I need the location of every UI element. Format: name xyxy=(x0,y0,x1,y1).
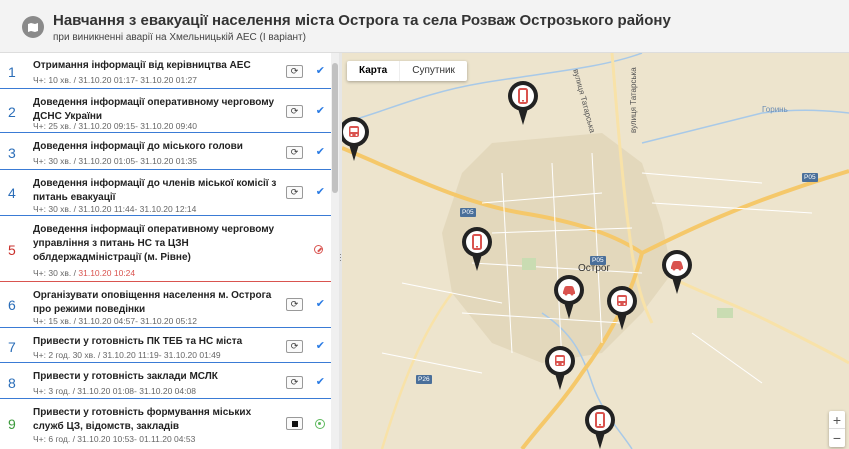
check-icon: ✔ xyxy=(315,186,325,198)
task-row[interactable]: 2 Доведення інформації оперативному черг… xyxy=(0,90,331,133)
scrollbar-thumb[interactable] xyxy=(332,63,338,193)
task-list-scrollbar[interactable] xyxy=(331,53,339,449)
task-number: 2 xyxy=(8,104,16,120)
task-name: Привести у готовність заклади МСЛК xyxy=(33,371,218,382)
task-row[interactable]: 4 Доведення інформації до членів міської… xyxy=(0,171,331,216)
bus-marker-icon[interactable] xyxy=(342,117,369,163)
task-name: Організувати оповіщення населення м. Ост… xyxy=(33,290,272,315)
task-meta: Ч+: 30 хв. / 31.10.20 01:05- 31.10.20 01… xyxy=(33,156,198,166)
page-subtitle: при виникненні аварії на Хмельницькій АЕ… xyxy=(53,32,306,43)
task-row[interactable]: 1 Отримання інформації від керівництва А… xyxy=(0,53,331,89)
refresh-button[interactable]: ⟳ xyxy=(286,65,303,78)
task-name: Отримання інформації від керівництва АЕС xyxy=(33,60,251,71)
task-number: 7 xyxy=(8,339,16,355)
task-list: 1 Отримання інформації від керівництва А… xyxy=(0,53,331,449)
task-number: 1 xyxy=(8,64,16,80)
refresh-button[interactable]: ⟳ xyxy=(286,186,303,199)
check-icon: ✔ xyxy=(315,298,325,310)
task-meta: Ч+: 10 хв. / 31.10.20 01:17- 31.10.20 01… xyxy=(33,75,198,85)
street-label: вулиця Татарська xyxy=(629,67,638,133)
map-type-map-button[interactable]: Карта xyxy=(347,61,401,81)
river-label: Горинь xyxy=(762,105,788,114)
task-number: 4 xyxy=(8,185,16,201)
task-number: 5 xyxy=(8,242,16,258)
refresh-button[interactable]: ⟳ xyxy=(286,376,303,389)
ban-icon xyxy=(314,245,323,254)
road-badge: P05 xyxy=(590,256,606,265)
task-meta: Ч+: 30 хв. / 31.10.20 11:44- 31.10.20 12… xyxy=(33,204,197,214)
task-meta: Ч+: 3 год. / 31.10.20 01:08- 31.10.20 04… xyxy=(33,386,196,396)
phone-marker-icon[interactable] xyxy=(462,227,492,273)
zoom-out-button[interactable]: − xyxy=(829,429,845,447)
map-view[interactable]: Карта Супутник Острог вулиця Татарська в… xyxy=(342,53,849,449)
task-row[interactable]: 3 Доведення інформації до міського голов… xyxy=(0,134,331,170)
task-row[interactable]: 5 Доведення інформації оперативному черг… xyxy=(0,217,331,282)
road-badge: P26 xyxy=(416,375,432,384)
road-badge: P05 xyxy=(460,208,476,217)
bus-marker-icon[interactable] xyxy=(545,346,575,392)
task-name: Доведення інформації оперативному чергов… xyxy=(33,224,275,263)
refresh-button[interactable]: ⟳ xyxy=(286,298,303,311)
check-icon: ✔ xyxy=(315,376,325,388)
refresh-button[interactable]: ⟳ xyxy=(286,146,303,159)
app-header: Навчання з евакуації населення міста Ост… xyxy=(0,0,849,53)
task-row[interactable]: 7 Привести у готовність ПК ТЕБ та НС міс… xyxy=(0,329,331,363)
phone-marker-icon[interactable] xyxy=(508,81,538,127)
task-meta: Ч+: 25 хв. / 31.10.20 09:15- 31.10.20 09… xyxy=(33,121,198,131)
car-marker-icon[interactable] xyxy=(554,275,584,321)
task-number: 3 xyxy=(8,145,16,161)
task-meta-duration: Ч+: 30 хв. / xyxy=(33,268,79,278)
car-marker-icon[interactable] xyxy=(662,250,692,296)
task-row[interactable]: 8 Привести у готовність заклади МСЛК Ч+:… xyxy=(0,364,331,399)
task-number: 9 xyxy=(8,416,16,432)
check-icon: ✔ xyxy=(315,105,325,117)
task-meta-late-time: 31.10.20 10:24 xyxy=(78,268,136,278)
task-meta: Ч+: 2 год. 30 хв. / 31.10.20 11:19- 31.1… xyxy=(33,350,221,360)
task-meta: Ч+: 30 хв. / 31.10.20 10:24 xyxy=(33,268,135,278)
refresh-button[interactable]: ⟳ xyxy=(286,105,303,118)
zoom-in-button[interactable]: + xyxy=(829,411,845,429)
road-badge: P05 xyxy=(802,173,818,182)
task-row[interactable]: 9 Привести у готовність формування міськ… xyxy=(0,400,331,449)
map-pins-icon xyxy=(22,16,44,38)
map-type-switch: Карта Супутник xyxy=(347,61,467,81)
stop-button[interactable] xyxy=(286,417,303,430)
task-name: Привести у готовність ПК ТЕБ та НС міста xyxy=(33,336,243,347)
page-title: Навчання з евакуації населення міста Ост… xyxy=(53,12,671,29)
task-name: Доведення інформації оперативному чергов… xyxy=(33,97,275,122)
task-name: Доведення інформації до міського голови xyxy=(33,141,243,152)
task-name: Доведення інформації до членів міської к… xyxy=(33,178,277,203)
task-name: Привести у готовність формування міських… xyxy=(33,407,252,432)
bus-marker-icon[interactable] xyxy=(607,286,637,332)
map-type-satellite-button[interactable]: Супутник xyxy=(400,61,467,81)
check-icon: ✔ xyxy=(315,146,325,158)
refresh-button[interactable]: ⟳ xyxy=(286,340,303,353)
task-number: 6 xyxy=(8,297,16,313)
check-icon: ✔ xyxy=(315,65,325,77)
check-icon: ✔ xyxy=(315,340,325,352)
task-meta: Ч+: 6 год. / 31.10.20 10:53- 01.11.20 04… xyxy=(33,434,196,444)
phone-marker-icon[interactable] xyxy=(585,405,615,449)
zoom-control: + − xyxy=(829,411,845,447)
task-meta: Ч+: 15 хв. / 31.10.20 04:57- 31.10.20 05… xyxy=(33,316,198,326)
radio-dot-icon xyxy=(315,419,325,429)
task-number: 8 xyxy=(8,375,16,391)
task-row[interactable]: 6 Організувати оповіщення населення м. О… xyxy=(0,283,331,328)
